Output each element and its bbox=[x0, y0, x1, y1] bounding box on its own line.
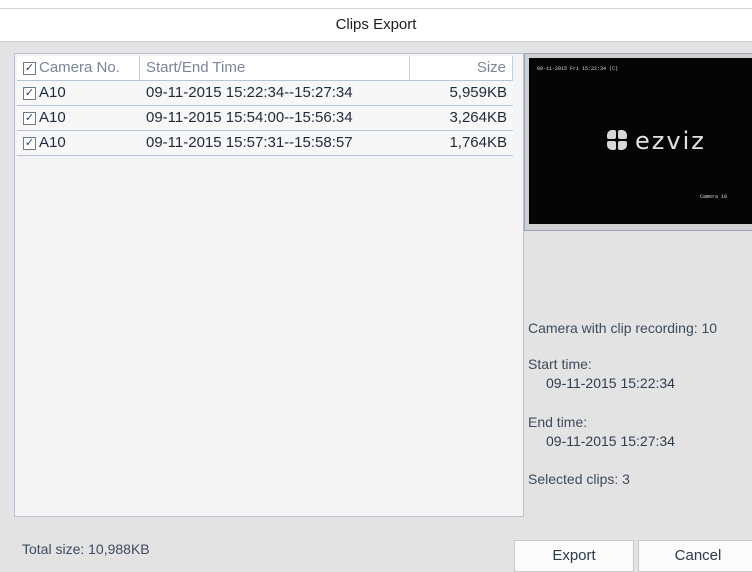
row-camera: A10 bbox=[39, 109, 66, 126]
header-size[interactable]: Size bbox=[410, 56, 513, 80]
row-camera: A10 bbox=[39, 84, 66, 101]
row-size: 3,264KB bbox=[449, 109, 507, 126]
row-checkbox[interactable]: ✓ bbox=[23, 87, 36, 100]
row-camera: A10 bbox=[39, 134, 66, 151]
logo-text: ezviz bbox=[635, 127, 706, 155]
ezviz-logo: ezviz bbox=[607, 127, 706, 155]
header-camera-label: Camera No. bbox=[39, 59, 120, 76]
start-time-label: Start time: bbox=[528, 356, 592, 372]
select-all-checkbox[interactable]: ✓ bbox=[23, 62, 36, 75]
start-time-value: 09-11-2015 15:22:34 bbox=[546, 375, 675, 391]
osd-camera-name: Camera 10 bbox=[699, 194, 727, 200]
video-preview[interactable]: 09-11-2015 Fri 15:22:34 (C) ezviz Camera… bbox=[529, 58, 752, 224]
preview-frame: 09-11-2015 Fri 15:22:34 (C) ezviz Camera… bbox=[524, 53, 752, 231]
cancel-button[interactable]: Cancel bbox=[638, 540, 752, 572]
end-time-value: 09-11-2015 15:27:34 bbox=[546, 433, 675, 449]
osd-timestamp: 09-11-2015 Fri 15:22:34 (C) bbox=[537, 66, 619, 72]
list-header: ✓ Camera No. Start/End Time Size bbox=[17, 56, 513, 81]
camera-with-clip-info: Camera with clip recording: 10 bbox=[528, 320, 718, 336]
ezviz-logo-icon bbox=[607, 130, 629, 152]
row-time: 09-11-2015 15:22:34--15:27:34 bbox=[146, 84, 353, 101]
row-time: 09-11-2015 15:54:00--15:56:34 bbox=[146, 109, 353, 126]
header-start-end-time[interactable]: Start/End Time bbox=[140, 56, 410, 80]
total-size: Total size: 10,988KB bbox=[22, 541, 150, 557]
row-time: 09-11-2015 15:57:31--15:58:57 bbox=[146, 134, 353, 151]
end-time-label: End time: bbox=[528, 414, 588, 430]
clips-export-dialog: Clips Export ✓ Camera No. Start/End Time… bbox=[0, 0, 752, 572]
row-checkbox[interactable]: ✓ bbox=[23, 137, 36, 150]
table-row[interactable]: ✓ A10 09-11-2015 15:54:00--15:56:34 3,26… bbox=[17, 106, 513, 131]
title-bar: Clips Export bbox=[0, 8, 752, 42]
table-row[interactable]: ✓ A10 09-11-2015 15:57:31--15:58:57 1,76… bbox=[17, 131, 513, 156]
table-row[interactable]: ✓ A10 09-11-2015 15:22:34--15:27:34 5,95… bbox=[17, 81, 513, 106]
top-strip bbox=[0, 0, 752, 8]
row-size: 5,959KB bbox=[449, 84, 507, 101]
export-button[interactable]: Export bbox=[514, 540, 634, 572]
clips-list: ✓ Camera No. Start/End Time Size ✓ A10 0… bbox=[14, 53, 524, 517]
row-checkbox[interactable]: ✓ bbox=[23, 112, 36, 125]
header-camera-no[interactable]: ✓ Camera No. bbox=[17, 56, 140, 80]
selected-clips-info: Selected clips: 3 bbox=[528, 471, 630, 487]
dialog-title: Clips Export bbox=[335, 16, 417, 33]
row-size: 1,764KB bbox=[449, 134, 507, 151]
